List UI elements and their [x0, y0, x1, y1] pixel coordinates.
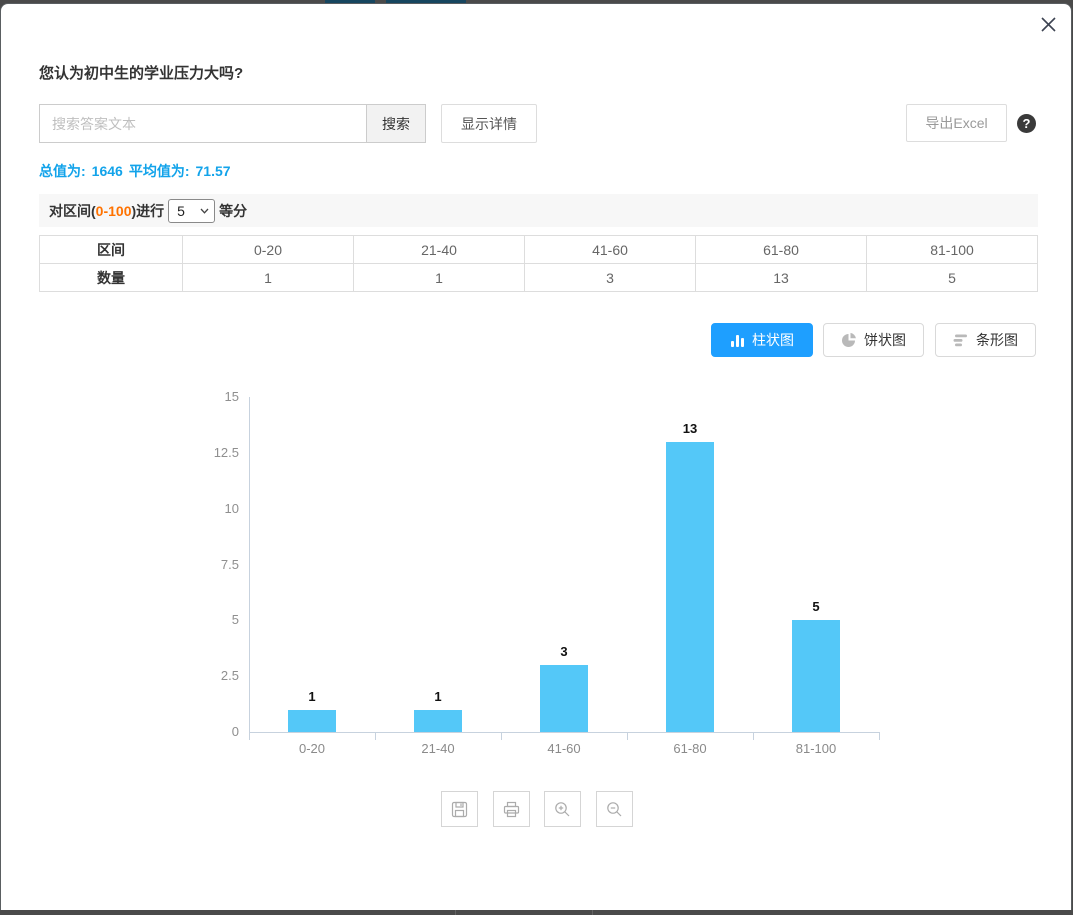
- x-axis-tick: [501, 732, 502, 740]
- bar-value-label: 3: [501, 644, 627, 659]
- x-axis-tick: [249, 732, 250, 740]
- tab-pie-chart[interactable]: 饼状图: [823, 323, 924, 357]
- chevron-down-icon: [200, 208, 209, 214]
- table-cell: 13: [696, 264, 867, 292]
- background-divider: [455, 910, 456, 915]
- x-axis-tick: [627, 732, 628, 740]
- table-cell: 0-20: [183, 236, 354, 264]
- tab-label: 柱状图: [752, 330, 794, 350]
- x-axis-category-label: 81-100: [753, 741, 879, 756]
- table-cell: 81-100: [867, 236, 1038, 264]
- bar: [288, 710, 336, 732]
- table-cell: 61-80: [696, 236, 867, 264]
- y-axis-tick-label: 10: [194, 501, 239, 516]
- zoom-out-icon: [606, 801, 623, 818]
- save-icon: [451, 801, 468, 818]
- segments-select[interactable]: 5: [168, 199, 215, 223]
- bar-value-label: 1: [375, 689, 501, 704]
- bar-value-label: 5: [753, 599, 879, 614]
- x-axis-category-label: 0-20: [249, 741, 375, 756]
- table-cell: 1: [354, 264, 525, 292]
- x-axis-category-label: 61-80: [627, 741, 753, 756]
- table-row: 区间 0-20 21-40 41-60 61-80 81-100: [40, 236, 1038, 264]
- show-details-button[interactable]: 显示详情: [441, 104, 537, 143]
- print-chart-button[interactable]: [493, 791, 530, 827]
- stats-line: 总值为: 1646 平均值为: 71.57: [39, 161, 237, 181]
- tab-column-chart[interactable]: 柱状图: [711, 323, 813, 357]
- search-input[interactable]: [39, 104, 367, 143]
- average-label: 平均值为:: [129, 163, 190, 179]
- pie-chart-icon: [841, 332, 857, 348]
- table-cell: 3: [525, 264, 696, 292]
- interval-text-before: 对区间(: [49, 201, 96, 221]
- close-icon[interactable]: [1037, 13, 1059, 35]
- question-title: 您认为初中生的学业压力大吗?: [39, 62, 243, 83]
- table-cell: 21-40: [354, 236, 525, 264]
- average-value: 71.57: [196, 163, 231, 179]
- question-stats-dialog: 您认为初中生的学业压力大吗? 搜索 显示详情 导出Excel ? 总值为: 164…: [0, 3, 1072, 910]
- table-cell: 1: [183, 264, 354, 292]
- zoom-out-chart-button[interactable]: [596, 791, 633, 827]
- segments-select-value: 5: [177, 203, 185, 219]
- horizontal-bar-chart-icon: [953, 333, 969, 348]
- bar-value-label: 13: [627, 421, 753, 436]
- y-axis-tick-label: 0: [194, 724, 239, 739]
- tab-horizontal-bar-chart[interactable]: 条形图: [935, 323, 1036, 357]
- save-chart-button[interactable]: [441, 791, 478, 827]
- x-axis-category-label: 21-40: [375, 741, 501, 756]
- interval-text-after: 等分: [219, 201, 247, 221]
- x-axis-category-label: 41-60: [501, 741, 627, 756]
- table-row: 数量 1 1 3 13 5: [40, 264, 1038, 292]
- y-axis-tick-label: 5: [194, 612, 239, 627]
- bar-value-label: 1: [249, 689, 375, 704]
- column-chart-icon: [730, 333, 745, 348]
- y-axis-tick-label: 7.5: [194, 557, 239, 572]
- bar: [540, 665, 588, 732]
- x-axis-tick: [375, 732, 376, 740]
- search-button[interactable]: 搜索: [366, 104, 426, 143]
- x-axis-line: [249, 732, 879, 733]
- interval-range: 0-100: [96, 203, 132, 219]
- zoom-in-icon: [554, 801, 571, 818]
- bar: [792, 620, 840, 732]
- y-axis-tick-label: 12.5: [194, 445, 239, 460]
- row-header-interval: 区间: [40, 236, 183, 264]
- bar: [666, 442, 714, 732]
- export-excel-button[interactable]: 导出Excel: [906, 104, 1007, 142]
- interval-table: 区间 0-20 21-40 41-60 61-80 81-100 数量 1 1 …: [39, 235, 1038, 292]
- table-cell: 41-60: [525, 236, 696, 264]
- bar: [414, 710, 462, 732]
- x-axis-tick: [879, 732, 880, 740]
- help-icon[interactable]: ?: [1017, 114, 1036, 133]
- row-header-count: 数量: [40, 264, 183, 292]
- y-axis-tick-label: 15: [194, 389, 239, 404]
- y-axis-tick-label: 2.5: [194, 668, 239, 683]
- zoom-in-chart-button[interactable]: [544, 791, 581, 827]
- tab-label: 饼状图: [864, 330, 906, 350]
- table-cell: 5: [867, 264, 1038, 292]
- background-divider: [592, 910, 593, 915]
- print-icon: [503, 801, 520, 818]
- tab-label: 条形图: [976, 330, 1018, 350]
- total-value: 1646: [92, 163, 123, 179]
- interval-control-bar: 对区间(0-100)进行 5 等分: [39, 194, 1038, 227]
- page-background: 您认为初中生的学业压力大吗? 搜索 显示详情 导出Excel ? 总值为: 164…: [0, 0, 1073, 915]
- x-axis-tick: [753, 732, 754, 740]
- interval-text-middle: )进行: [131, 201, 164, 221]
- total-label: 总值为:: [39, 163, 86, 179]
